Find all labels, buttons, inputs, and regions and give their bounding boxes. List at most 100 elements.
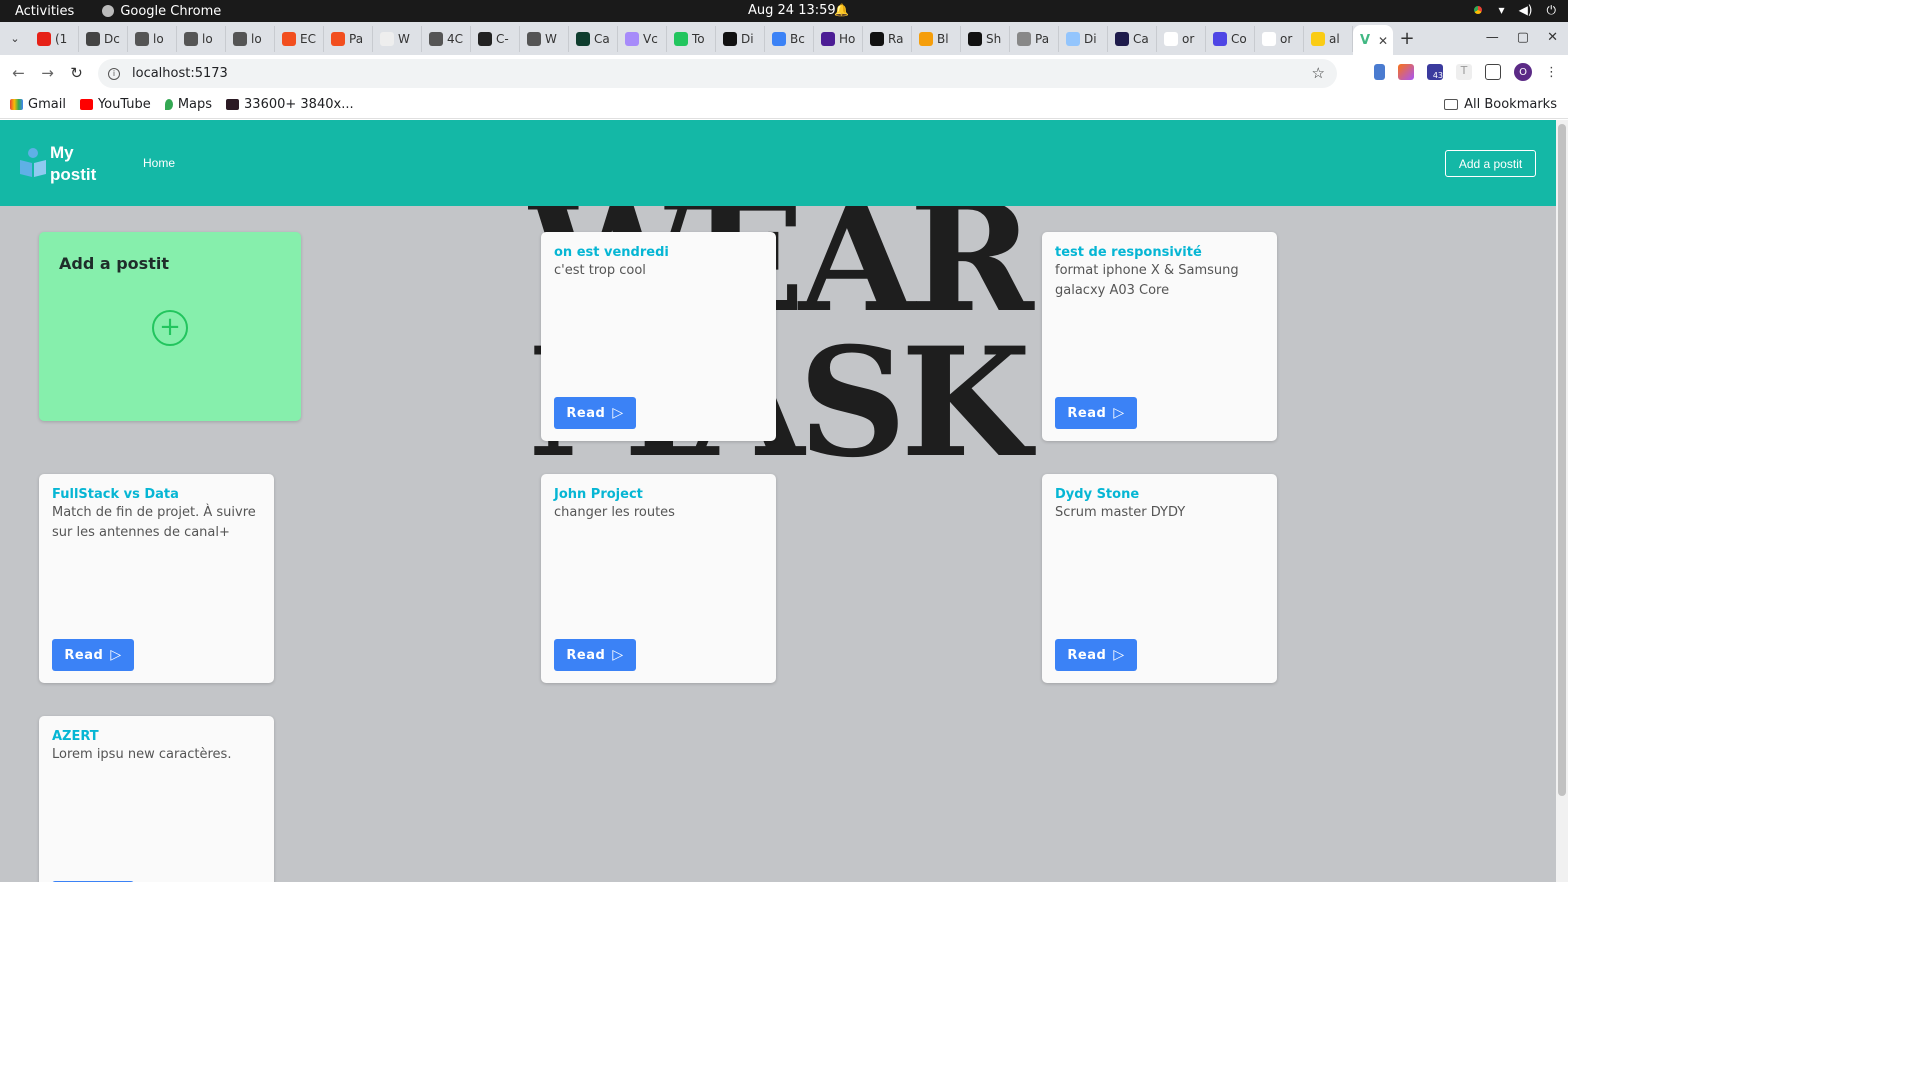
app-menu[interactable]: Google Chrome	[102, 4, 221, 19]
tab-favicon-icon	[1164, 31, 1178, 46]
tab-3[interactable]: lo	[177, 25, 226, 52]
maximize-icon[interactable]: ▢	[1517, 30, 1529, 45]
maps-pin-icon	[164, 99, 173, 110]
tab-label: EC	[300, 31, 316, 46]
url-text[interactable]: localhost:5173	[132, 66, 228, 81]
puzzle-icon[interactable]	[1485, 64, 1501, 80]
add-postit-button[interactable]: Add a postit	[1445, 150, 1536, 177]
tab-favicon-icon	[1115, 31, 1129, 46]
tab-favicon-icon	[919, 31, 933, 46]
all-bookmarks-button[interactable]: All Bookmarks	[1444, 97, 1557, 112]
tab-19[interactable]: Sh	[961, 25, 1010, 52]
tab-favicon-icon	[625, 31, 639, 46]
avatar[interactable]: O	[1514, 63, 1532, 81]
tab-search-chevron-icon[interactable]: ⌄	[0, 32, 30, 45]
tab-favicon-icon	[1066, 31, 1080, 46]
chrome-app-icon	[102, 5, 115, 17]
tab-22[interactable]: Ca	[1108, 25, 1157, 52]
tab-16[interactable]: Ho	[814, 25, 863, 52]
tab-24[interactable]: Co	[1206, 25, 1255, 52]
tab-18[interactable]: Bl	[912, 25, 961, 52]
postit-body: Lorem ipsu new caractères.	[52, 747, 232, 762]
app-logo[interactable]: My postit	[20, 142, 100, 186]
tab-favicon-icon	[1017, 31, 1031, 46]
extension-icon[interactable]	[1374, 64, 1385, 80]
bookmark-wallpapers[interactable]: 33600+ 3840x...	[226, 97, 354, 112]
close-tab-icon[interactable]: ✕	[1378, 34, 1388, 48]
address-bar[interactable]: i localhost:5173 ☆	[98, 59, 1337, 88]
tab-1[interactable]: Dc	[79, 25, 128, 52]
text-extension-icon[interactable]: T	[1456, 64, 1472, 80]
nav-home-link[interactable]: Home	[143, 156, 175, 170]
read-button[interactable]: Read▷	[1055, 397, 1137, 429]
browser-toolbar: ← → ↻ i localhost:5173 ☆ 43 T O ⋮	[0, 55, 1568, 91]
tab-20[interactable]: Pa	[1010, 25, 1059, 52]
read-button[interactable]: Read▷	[554, 639, 636, 671]
system-tray[interactable]: ▾ ◀) ⏻	[1470, 3, 1556, 18]
new-tab-button[interactable]: +	[1393, 28, 1421, 49]
tab-10[interactable]: W	[520, 25, 569, 52]
menu-kebab-icon[interactable]: ⋮	[1545, 65, 1558, 80]
tab-label: Sh	[986, 31, 1002, 46]
tab-label: Ra	[888, 31, 904, 46]
forward-icon[interactable]: →	[33, 64, 62, 82]
read-button[interactable]: Read▷	[52, 639, 134, 671]
back-icon[interactable]: ←	[4, 64, 33, 82]
read-button[interactable]: Read▷	[1055, 639, 1137, 671]
tab-2[interactable]: lo	[128, 25, 177, 52]
youtube-icon	[79, 99, 93, 110]
tab-active[interactable]: V ✕	[1353, 25, 1393, 56]
tab-23[interactable]: or	[1157, 25, 1206, 52]
reload-icon[interactable]: ↻	[62, 64, 91, 82]
bookmark-youtube[interactable]: YouTube	[79, 97, 151, 112]
tab-label: W	[398, 31, 410, 46]
color-picker-icon[interactable]	[1398, 64, 1414, 80]
postit-card: Dydy Stone Scrum master DYDY Read ▷	[1042, 474, 1277, 683]
tab-0[interactable]: (1	[30, 25, 79, 52]
tab-list: (1 Dc lo lo lo EC Pa W 4C C- W Ca Vc To Di Bc Ho Ra Bl Sh Pa…	[30, 25, 1353, 52]
clock[interactable]: Aug 24 13:59	[748, 3, 836, 18]
plus-circle-icon[interactable]: +	[152, 310, 188, 346]
bookmark-maps[interactable]: Maps	[164, 97, 212, 112]
read-button[interactable]: Read▷	[554, 397, 636, 429]
read-button[interactable]: Read▷	[52, 881, 134, 882]
tab-12[interactable]: Vc	[618, 25, 667, 52]
tab-17[interactable]: Ra	[863, 25, 912, 52]
tab-15[interactable]: Bc	[765, 25, 814, 52]
tab-label: Ca	[594, 31, 610, 46]
add-postit-card[interactable]: Add a postit +	[39, 232, 301, 421]
site-info-icon[interactable]: i	[108, 67, 120, 80]
postit-card: on est vendredi c'est trop cool Read ▷	[541, 232, 776, 441]
tab-favicon-icon	[282, 31, 296, 46]
extensions-area: 43 T O ⋮	[1374, 63, 1558, 81]
tab-13[interactable]: To	[667, 25, 716, 52]
send-icon: ▷	[1113, 647, 1125, 663]
tab-14[interactable]: Di	[716, 25, 765, 52]
tab-25[interactable]: or	[1255, 25, 1304, 52]
activities-button[interactable]: Activities	[15, 4, 74, 19]
tab-label: (1	[55, 31, 68, 46]
tab-21[interactable]: Di	[1059, 25, 1108, 52]
tab-26[interactable]: al	[1304, 25, 1353, 52]
read-label: Read	[566, 405, 606, 421]
app-header: My postit Home Add a postit	[0, 120, 1556, 206]
tab-11[interactable]: Ca	[569, 25, 618, 52]
tab-5[interactable]: EC	[275, 25, 324, 52]
tab-favicon-icon	[135, 31, 149, 46]
minimize-icon[interactable]: —	[1486, 30, 1499, 45]
bookmark-gmail[interactable]: Gmail	[10, 97, 66, 112]
tab-7[interactable]: W	[373, 25, 422, 52]
bookmark-star-icon[interactable]: ☆	[1312, 64, 1325, 82]
close-window-icon[interactable]: ✕	[1547, 30, 1558, 45]
tab-8[interactable]: 4C	[422, 25, 471, 52]
scrollbar-thumb[interactable]	[1558, 124, 1566, 796]
tab-6[interactable]: Pa	[324, 25, 373, 52]
extension-badge-icon[interactable]: 43	[1427, 64, 1443, 80]
tab-9[interactable]: C-	[471, 25, 520, 52]
tab-label: or	[1280, 31, 1293, 46]
page-scrollbar[interactable]	[1556, 120, 1568, 882]
tab-4[interactable]: lo	[226, 25, 275, 52]
read-label: Read	[1067, 405, 1107, 421]
postit-card: FullStack vs Data Match de fin de projet.…	[39, 474, 274, 683]
postit-title: FullStack vs Data	[52, 487, 179, 502]
